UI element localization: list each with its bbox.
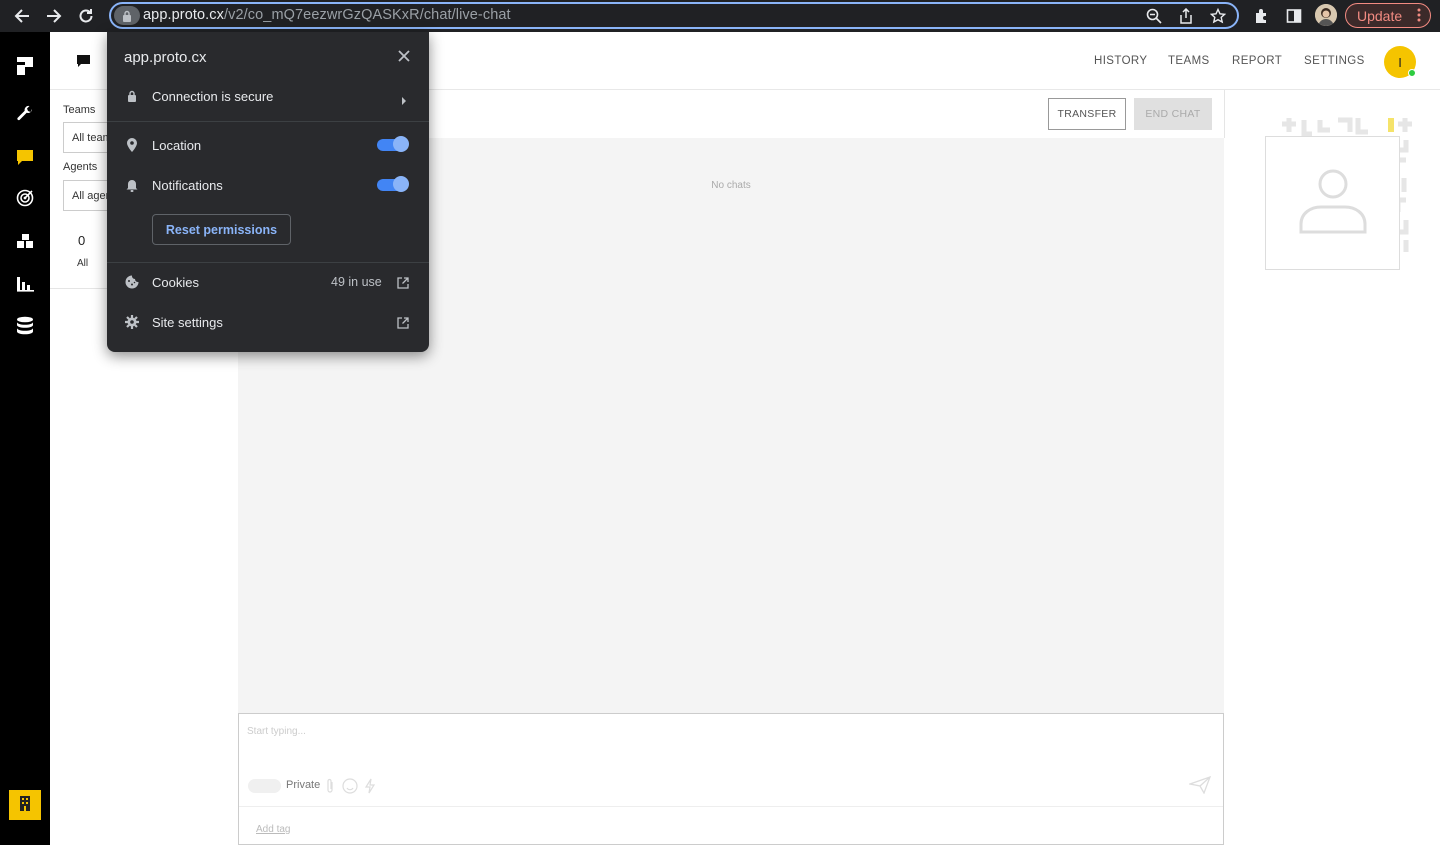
reload-icon[interactable]	[74, 4, 98, 28]
extensions-icon[interactable]	[1250, 4, 1274, 28]
private-toggle[interactable]	[248, 779, 281, 793]
more-vert-icon	[1417, 8, 1421, 25]
back-icon[interactable]	[10, 4, 34, 28]
blocks-icon[interactable]	[15, 231, 35, 251]
side-panel-icon[interactable]	[1282, 4, 1306, 28]
cookies-count: 49 in use	[331, 275, 382, 289]
database-icon[interactable]	[15, 316, 35, 336]
all-chats-count[interactable]: 0	[78, 233, 85, 248]
all-chats-label[interactable]: All	[77, 258, 88, 269]
share-icon[interactable]	[1175, 6, 1197, 26]
gear-icon	[125, 315, 139, 329]
notifications-toggle[interactable]	[377, 176, 409, 192]
wrench-icon[interactable]	[15, 104, 35, 124]
cookies-label: Cookies	[152, 275, 199, 290]
agents-label: Agents	[63, 161, 98, 173]
app-sidebar	[0, 32, 50, 845]
cookie-icon	[125, 275, 139, 289]
site-settings-row[interactable]: Site settings	[107, 303, 429, 343]
chat-bubble-icon	[76, 54, 91, 73]
site-info-popup: app.proto.cx Connection is secure Locati…	[107, 32, 429, 352]
building-icon	[19, 795, 31, 816]
site-settings-label: Site settings	[152, 315, 223, 330]
location-pin-icon	[125, 138, 139, 152]
transfer-button[interactable]: TRANSFER	[1048, 98, 1126, 130]
close-icon[interactable]	[397, 49, 411, 68]
forward-icon[interactable]	[42, 4, 66, 28]
building-button[interactable]	[9, 790, 41, 820]
location-label: Location	[152, 138, 202, 153]
private-label: Private	[286, 779, 321, 791]
nav-history[interactable]: HISTORY	[1094, 55, 1148, 67]
external-link-icon	[397, 276, 409, 294]
target-icon[interactable]	[15, 188, 35, 208]
connection-row[interactable]: Connection is secure	[107, 77, 429, 117]
url-host: app.proto.cx	[143, 7, 224, 23]
nav-settings[interactable]: SETTINGS	[1304, 55, 1365, 67]
composer-divider	[239, 806, 1223, 807]
add-tag-link[interactable]: Add tag	[256, 824, 290, 835]
proto-logo-icon[interactable]	[15, 56, 35, 76]
attachment-icon[interactable]	[325, 778, 335, 799]
profile-avatar[interactable]	[1315, 4, 1337, 26]
location-toggle[interactable]	[377, 136, 409, 152]
lightning-icon[interactable]	[364, 778, 376, 799]
end-chat-button[interactable]: END CHAT	[1134, 98, 1212, 130]
chat-icon[interactable]	[15, 147, 35, 167]
address-bar[interactable]: app.proto.cx/v2/co_mQ7eezwrGzQASKxR/chat…	[109, 2, 1239, 29]
message-composer: Start typing... Private Add tag	[238, 713, 1224, 845]
lock-icon[interactable]	[114, 6, 140, 25]
url-path: /v2/co_mQ7eezwrGzQASKxR/chat/live-chat	[224, 7, 511, 23]
notifications-row: Notifications	[107, 166, 429, 206]
nav-teams[interactable]: TEAMS	[1168, 55, 1210, 67]
bell-icon	[125, 178, 139, 192]
reset-permissions-button[interactable]: Reset permissions	[152, 214, 291, 245]
update-label: Update	[1357, 7, 1403, 24]
site-info-title: app.proto.cx	[124, 49, 207, 66]
emoji-icon[interactable]	[342, 778, 358, 799]
message-input[interactable]: Start typing...	[247, 726, 306, 737]
nav-report[interactable]: REPORT	[1232, 55, 1282, 67]
user-placeholder-icon	[1298, 166, 1368, 241]
external-link-icon	[397, 316, 409, 334]
divider	[107, 121, 429, 122]
contact-profile-card	[1265, 136, 1400, 270]
lock-icon	[125, 89, 139, 103]
update-button[interactable]: Update	[1345, 3, 1431, 28]
cookies-row[interactable]: Cookies 49 in use	[107, 263, 429, 303]
online-status-dot	[1408, 69, 1416, 77]
teams-label: Teams	[63, 104, 96, 116]
connection-label: Connection is secure	[152, 89, 274, 104]
chevron-right-icon	[401, 92, 407, 110]
bookmark-star-icon[interactable]	[1207, 6, 1229, 26]
url-text[interactable]: app.proto.cx/v2/co_mQ7eezwrGzQASKxR/chat…	[143, 7, 511, 23]
notifications-label: Notifications	[152, 178, 223, 193]
send-icon[interactable]	[1187, 775, 1212, 799]
browser-toolbar: app.proto.cx/v2/co_mQ7eezwrGzQASKxR/chat…	[0, 0, 1440, 32]
zoom-icon[interactable]	[1143, 6, 1165, 26]
bar-chart-icon[interactable]	[15, 274, 35, 294]
location-row: Location	[107, 126, 429, 166]
